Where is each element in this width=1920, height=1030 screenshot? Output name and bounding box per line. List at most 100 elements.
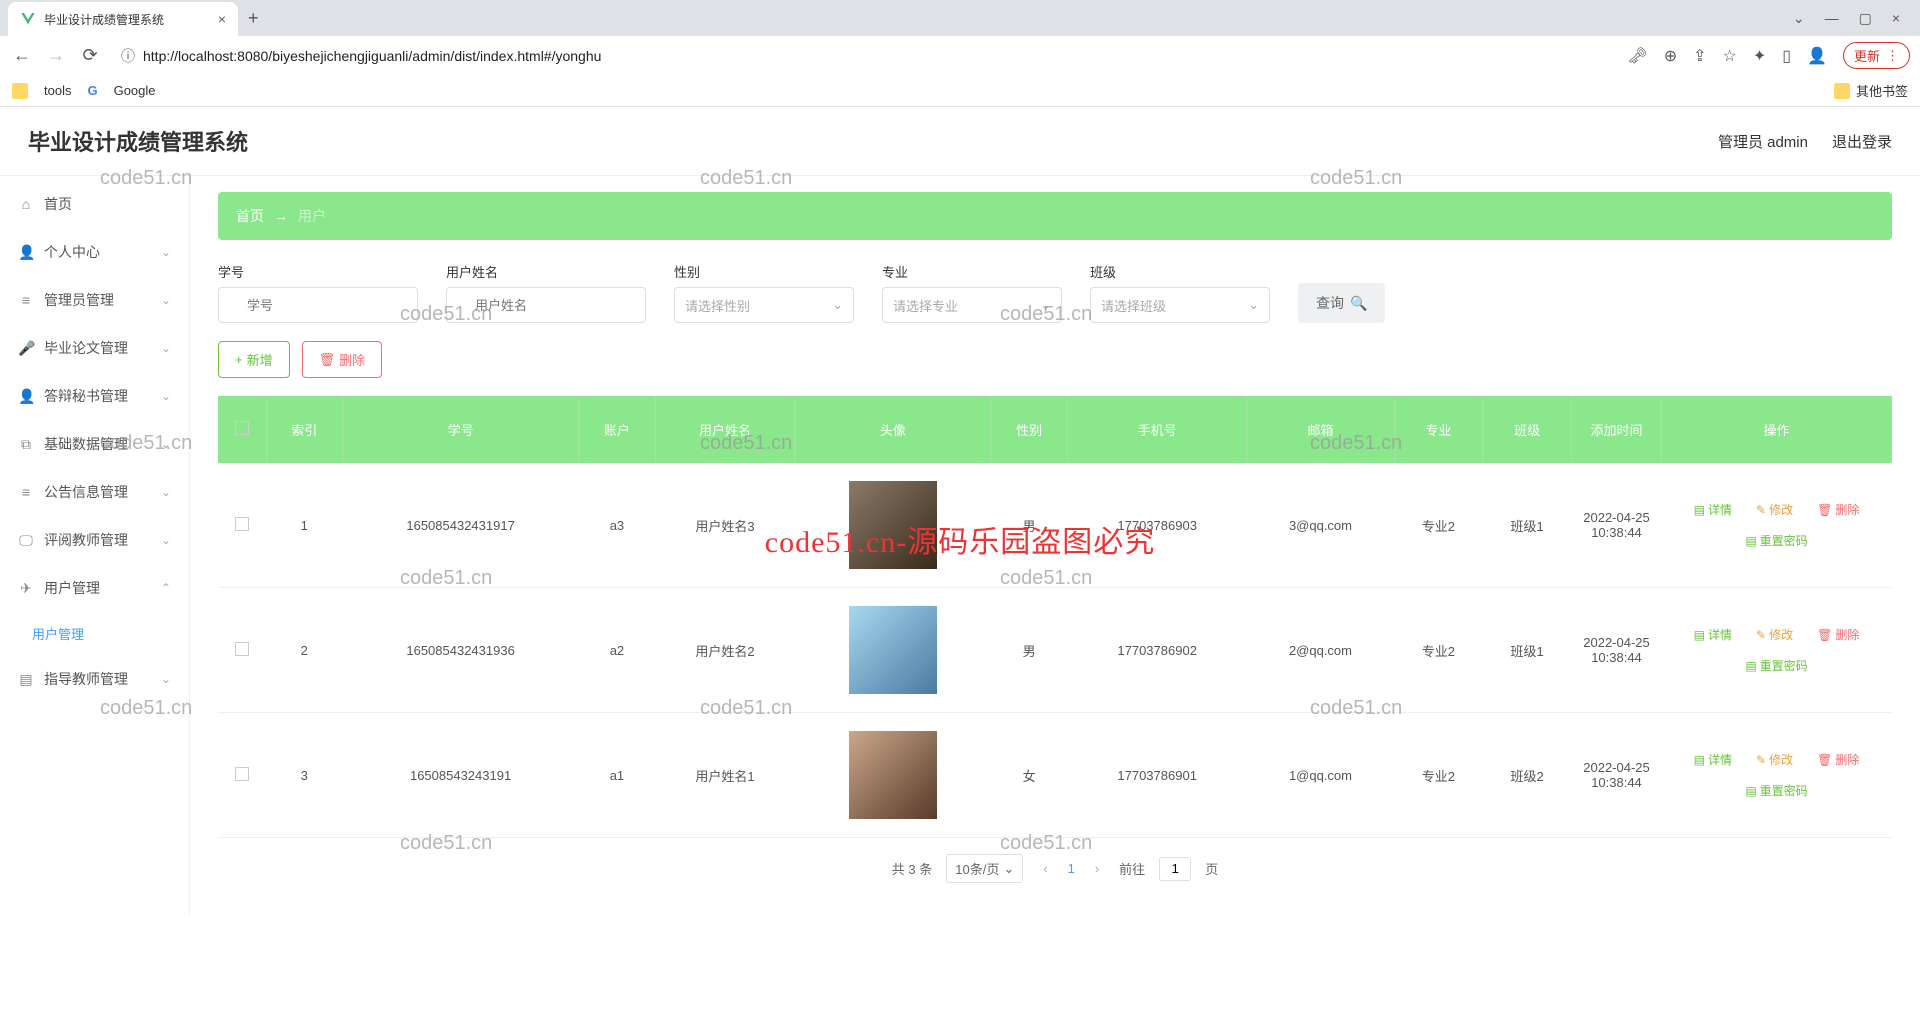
puzzle-icon[interactable]: ✦ [1753, 46, 1766, 66]
th-name[interactable]: 用户姓名 [655, 396, 795, 463]
url-bar[interactable]: ⓘ http://localhost:8080/biyeshejichengji… [112, 45, 1617, 67]
user-icon: 👤 [18, 244, 34, 261]
forward-button[interactable]: → [44, 45, 68, 66]
user-role[interactable]: 管理员 admin [1718, 131, 1808, 152]
gender-select[interactable]: 请选择性别⌄ [674, 287, 854, 323]
detail-link[interactable]: ▤详情 [1694, 501, 1732, 518]
info-icon[interactable]: ⓘ [121, 46, 135, 66]
cell-major: 专业2 [1394, 588, 1483, 713]
delete-link[interactable]: 🗑删除 [1817, 751, 1859, 768]
app-title: 毕业设计成绩管理系统 [28, 125, 248, 157]
star-icon[interactable]: ☆ [1723, 46, 1737, 66]
cell-account: a2 [579, 588, 656, 713]
app-header: 毕业设计成绩管理系统 管理员 admin 退出登录 [0, 107, 1920, 176]
major-select[interactable]: 请选择专业⌄ [882, 287, 1062, 323]
browser-tab[interactable]: 毕业设计成绩管理系统 × [8, 2, 238, 36]
bookmark-other[interactable]: 其他书签 [1834, 81, 1908, 100]
update-button[interactable]: 更新⋮ [1843, 42, 1910, 69]
sidebar-item-admin[interactable]: ≡管理员管理⌄ [0, 276, 189, 324]
reload-button[interactable]: ⟳ [78, 45, 102, 66]
th-account[interactable]: 账户 [579, 396, 656, 463]
query-button[interactable]: 查询🔍 [1298, 283, 1385, 323]
detail-link[interactable]: ▤详情 [1694, 751, 1732, 768]
bookmark-google[interactable]: Google [114, 83, 156, 98]
share-icon[interactable]: ⇪ [1693, 46, 1706, 66]
checkbox[interactable] [235, 517, 249, 531]
cell-email: 2@qq.com [1247, 588, 1394, 713]
delete-link[interactable]: 🗑删除 [1817, 501, 1859, 518]
sidebar-item-user[interactable]: ✈用户管理⌃ [0, 564, 189, 612]
pager-goto-input[interactable] [1159, 857, 1191, 881]
minimize-icon[interactable]: — [1825, 10, 1839, 26]
sidebar-item-thesis[interactable]: 🎤毕业论文管理⌄ [0, 324, 189, 372]
key-icon[interactable]: 🗝 [1627, 46, 1647, 66]
delete-button[interactable]: 🗑删除 [302, 341, 383, 378]
th-time[interactable]: 添加时间 [1572, 396, 1662, 463]
sidebar-item-notice[interactable]: ≡公告信息管理⌄ [0, 468, 189, 516]
doc-icon: ▤ [1694, 503, 1705, 517]
panel-icon[interactable]: ▯ [1782, 46, 1791, 66]
th-avatar[interactable]: 头像 [795, 396, 991, 463]
close-icon[interactable]: × [218, 11, 226, 27]
logout-button[interactable]: 退出登录 [1832, 131, 1892, 152]
pager-next[interactable]: › [1089, 861, 1105, 876]
pager-size-select[interactable]: 10条/页⌄ [946, 854, 1023, 883]
sidebar-item-home[interactable]: ⌂首页 [0, 180, 189, 228]
checkbox[interactable] [235, 642, 249, 656]
window-controls: ⌄ — ▢ × [1793, 10, 1912, 27]
table-row: 2165085432431936a2用户姓名2男177037869022@qq.… [218, 588, 1892, 713]
sidebar-item-personal[interactable]: 👤个人中心⌄ [0, 228, 189, 276]
sidebar-item-defense[interactable]: 👤答辩秘书管理⌄ [0, 372, 189, 420]
th-class[interactable]: 班级 [1483, 396, 1572, 463]
reset-pwd-link[interactable]: ▤重置密码 [1745, 532, 1807, 549]
th-gender[interactable]: 性别 [991, 396, 1068, 463]
cell-phone: 17703786903 [1067, 463, 1246, 588]
sidebar-item-base[interactable]: ⧉基础数据管理⌄ [0, 420, 189, 468]
breadcrumb-home[interactable]: 首页 [236, 206, 264, 226]
profile-icon[interactable]: 👤 [1807, 46, 1827, 66]
doc-icon: ▤ [1745, 534, 1756, 548]
pager-goto-label: 前往 [1119, 859, 1145, 878]
detail-link[interactable]: ▤详情 [1694, 626, 1732, 643]
pager-prev[interactable]: ‹ [1037, 861, 1053, 876]
pager-page-label: 页 [1205, 859, 1218, 878]
chevron-down-icon: ⌄ [161, 533, 171, 547]
back-button[interactable]: ← [10, 45, 34, 66]
th-email[interactable]: 邮箱 [1247, 396, 1394, 463]
th-phone[interactable]: 手机号 [1067, 396, 1246, 463]
class-select[interactable]: 请选择班级⌄ [1090, 287, 1270, 323]
add-button[interactable]: +新增 [218, 341, 290, 378]
avatar [849, 606, 937, 694]
checkbox-all[interactable] [235, 421, 249, 435]
sidebar-subitem-user[interactable]: 用户管理 [0, 612, 189, 655]
reset-pwd-link[interactable]: ▤重置密码 [1745, 657, 1807, 674]
reset-pwd-link[interactable]: ▤重置密码 [1745, 782, 1807, 799]
window-close-icon[interactable]: × [1892, 10, 1900, 26]
name-input[interactable] [446, 287, 646, 323]
table-row: 1165085432431917a3用户姓名3男177037869033@qq.… [218, 463, 1892, 588]
label-major: 专业 [882, 262, 1062, 281]
cell-name: 用户姓名1 [655, 713, 795, 838]
pager-current[interactable]: 1 [1068, 861, 1075, 876]
chevron-down-icon: ⌄ [161, 245, 171, 259]
zoom-icon[interactable]: ⊕ [1664, 46, 1677, 66]
delete-link[interactable]: 🗑删除 [1817, 626, 1859, 643]
th-index[interactable]: 索引 [266, 396, 343, 463]
search-icon: 🔍 [1350, 295, 1367, 312]
sidebar-item-reviewer[interactable]: 🖵评阅教师管理⌄ [0, 516, 189, 564]
edit-link[interactable]: ✎修改 [1756, 626, 1793, 643]
th-sid[interactable]: 学号 [343, 396, 579, 463]
sidebar-item-advisor[interactable]: ▤指导教师管理⌄ [0, 655, 189, 703]
edit-link[interactable]: ✎修改 [1756, 751, 1793, 768]
user-table: 索引 学号 账户 用户姓名 头像 性别 手机号 邮箱 专业 班级 添加时间 操作… [218, 396, 1892, 838]
sid-input[interactable] [218, 287, 418, 323]
main-content: 首页 → 用户 学号 🔍 用户姓名 🔍 性别 请选择性别⌄ 专业 请选择专业⌄ [190, 176, 1920, 915]
chevron-down-icon[interactable]: ⌄ [1793, 10, 1805, 27]
new-tab-button[interactable]: + [248, 8, 259, 29]
checkbox[interactable] [235, 767, 249, 781]
chevron-down-icon: ⌄ [161, 293, 171, 307]
edit-link[interactable]: ✎修改 [1756, 501, 1793, 518]
bookmark-tools[interactable]: tools [44, 83, 71, 98]
th-major[interactable]: 专业 [1394, 396, 1483, 463]
maximize-icon[interactable]: ▢ [1859, 10, 1872, 27]
